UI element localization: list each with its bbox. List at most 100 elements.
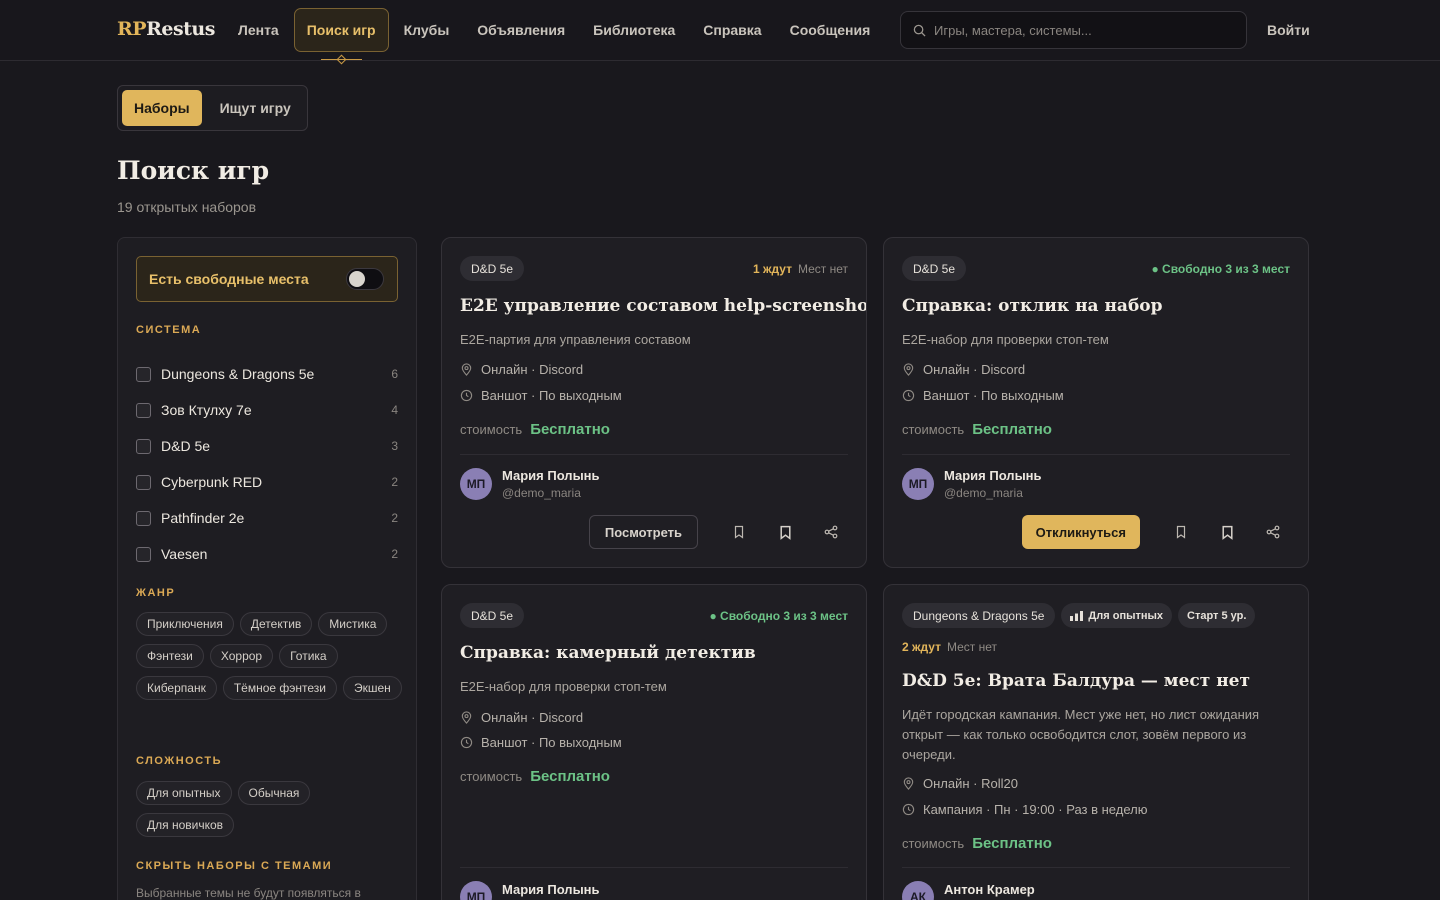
card-badges: D&D 5e — [460, 256, 525, 281]
free-slots-toggle[interactable]: Есть свободные места — [136, 256, 398, 302]
nav-help[interactable]: Справка — [690, 8, 774, 52]
card-title[interactable]: E2E управление составом help-screenshots — [460, 296, 866, 316]
card-title[interactable]: Справка: отклик на набор — [902, 296, 1163, 316]
card-actions: Откликнуться — [1021, 515, 1290, 549]
recruitment-card[interactable]: D&D 5e ● Свободно 3 из 3 мест Справка: о… — [883, 237, 1309, 568]
system-filter-item[interactable]: Зов Ктулху 7e 4 — [136, 392, 398, 428]
genre-chip[interactable]: Киберпанк — [136, 676, 217, 700]
system-badge: D&D 5e — [460, 256, 525, 281]
author-name[interactable]: Мария Полынь — [502, 882, 600, 897]
system-filter-item[interactable]: Dungeons & Dragons 5e 6 — [136, 356, 398, 392]
nav-announcements[interactable]: Объявления — [464, 8, 578, 52]
difficulty-chip[interactable]: Для новичков — [136, 813, 235, 837]
respond-button[interactable]: Откликнуться — [1021, 515, 1140, 549]
system-count: 4 — [391, 403, 398, 417]
nav-messages[interactable]: Сообщения — [777, 8, 884, 52]
card-location: Онлайн · Discord — [460, 710, 583, 725]
genre-chip[interactable]: Тёмное фэнтези — [222, 676, 337, 700]
genre-chip[interactable]: Мистика — [318, 612, 388, 636]
slots-status: 2 ждут Мест нет — [902, 640, 997, 654]
checkbox[interactable] — [136, 402, 151, 418]
nav-feed[interactable]: Лента — [225, 8, 292, 52]
genre-chip[interactable]: Экшен — [343, 676, 402, 700]
difficulty-chip[interactable]: Обычная — [237, 781, 311, 805]
system-name: Pathfinder 2e — [161, 510, 245, 526]
tab-looking-for-game[interactable]: Ищут игру — [208, 90, 303, 126]
cost-label: стоимость — [460, 422, 523, 437]
recruitment-card[interactable]: D&D 5e 1 ждут Мест нет E2E управление сос… — [441, 237, 867, 568]
nav-clubs[interactable]: Клубы — [391, 8, 463, 52]
clock-icon — [902, 389, 915, 402]
system-filter-item[interactable]: Pathfinder 2e 2 — [136, 500, 398, 536]
card-divider — [460, 454, 848, 455]
clock-icon — [460, 736, 473, 749]
tab-recruitments[interactable]: Наборы — [122, 90, 202, 126]
cost-value: Бесплатно — [972, 421, 1052, 438]
view-button[interactable]: Посмотреть — [588, 515, 698, 549]
system-badge: Dungeons & Dragons 5e — [902, 603, 1056, 628]
checkbox[interactable] — [136, 474, 151, 490]
logo-restus: Restus — [146, 18, 215, 40]
logo[interactable]: RPRestus — [117, 18, 215, 40]
toggle-switch[interactable] — [346, 268, 384, 290]
free-slots-label: Есть свободные места — [149, 271, 309, 287]
schedule-text: Кампания · Пн · 19:00 · Раз в неделю — [923, 802, 1148, 817]
avatar[interactable]: МП — [460, 468, 492, 500]
slots-status: ● Свободно 3 из 3 мест — [1151, 262, 1290, 276]
card-actions: Посмотреть — [588, 515, 848, 549]
main-nav: Лента Поиск игр Клубы Объявления Библиот… — [225, 8, 884, 60]
search-box[interactable] — [900, 11, 1247, 49]
share-icon[interactable] — [1256, 515, 1290, 549]
card-divider — [902, 454, 1290, 455]
genre-chip[interactable]: Готика — [279, 644, 338, 668]
checkbox[interactable] — [136, 366, 151, 382]
recruitment-card[interactable]: Dungeons & Dragons 5e Для опытных Старт … — [883, 584, 1309, 900]
system-count: 2 — [391, 547, 398, 561]
author-name[interactable]: Антон Крамер — [944, 882, 1035, 897]
card-badges: D&D 5e — [460, 603, 525, 628]
card-schedule: Ваншот · По выходным — [460, 735, 622, 750]
cost-value: Бесплатно — [530, 421, 610, 438]
card-cost: стоимость Бесплатно — [460, 421, 610, 438]
system-filter-item[interactable]: Vaesen 2 — [136, 536, 398, 572]
logo-rp: RP — [117, 18, 147, 40]
avatar[interactable]: МП — [460, 881, 492, 900]
save-bookmark-icon[interactable] — [768, 515, 802, 549]
bookmark-outline-icon[interactable] — [1164, 515, 1198, 549]
location-pin-icon — [461, 363, 472, 376]
avatar[interactable]: АК — [902, 881, 934, 900]
card-cost: стоимость Бесплатно — [460, 768, 610, 785]
save-bookmark-icon[interactable] — [1210, 515, 1244, 549]
bar-chart-icon — [1070, 610, 1084, 621]
share-icon[interactable] — [814, 515, 848, 549]
filter-sidebar: Есть свободные места СИСТЕМА Dungeons & … — [117, 237, 417, 900]
checkbox[interactable] — [136, 546, 151, 562]
card-badges: Dungeons & Dragons 5e Для опытных Старт … — [902, 603, 1256, 628]
login-button[interactable]: Войти — [1267, 22, 1310, 38]
system-name: Vaesen — [161, 546, 208, 562]
genre-chip[interactable]: Фэнтези — [136, 644, 204, 668]
system-filter-item[interactable]: Cyberpunk RED 2 — [136, 464, 398, 500]
recruitment-card[interactable]: D&D 5e ● Свободно 3 из 3 мест Справка: к… — [441, 584, 867, 900]
genre-chip[interactable]: Хоррор — [209, 644, 274, 668]
avatar[interactable]: МП — [902, 468, 934, 500]
genre-chip[interactable]: Детектив — [239, 612, 313, 636]
difficulty-chip[interactable]: Для опытных — [136, 781, 232, 805]
search-input[interactable] — [934, 22, 1234, 38]
card-title[interactable]: Справка: камерный детектив — [460, 643, 756, 663]
cost-value: Бесплатно — [972, 835, 1052, 852]
bookmark-outline-icon[interactable] — [722, 515, 756, 549]
system-count: 6 — [391, 367, 398, 381]
card-title[interactable]: D&D 5e: Врата Балдура — мест нет — [902, 671, 1250, 691]
author-name[interactable]: Мария Полынь — [502, 468, 600, 483]
checkbox[interactable] — [136, 510, 151, 526]
top-header: RPRestus Лента Поиск игр Клубы Объявлени… — [0, 0, 1440, 61]
system-filter-item[interactable]: D&D 5e 3 — [136, 428, 398, 464]
genre-chip[interactable]: Приключения — [136, 612, 234, 636]
checkbox[interactable] — [136, 438, 151, 454]
author-name[interactable]: Мария Полынь — [944, 468, 1042, 483]
nav-library[interactable]: Библиотека — [580, 8, 688, 52]
nav-game-search[interactable]: Поиск игр — [293, 8, 389, 60]
card-location: Онлайн · Discord — [460, 362, 583, 377]
difficulty-badge: Для опытных — [1061, 603, 1173, 628]
